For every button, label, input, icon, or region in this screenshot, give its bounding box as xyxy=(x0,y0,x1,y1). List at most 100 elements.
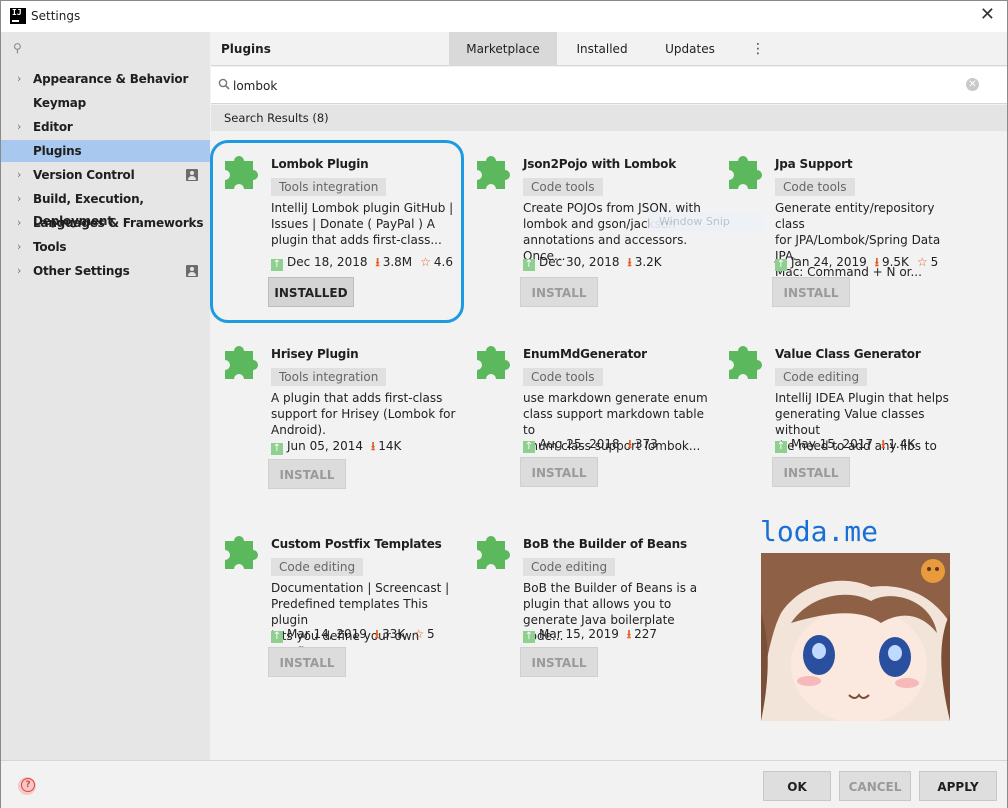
plugin-date: Aug 25, 2018 xyxy=(539,437,620,451)
tab-marketplace[interactable]: Marketplace xyxy=(449,32,557,66)
plugin-meta: ↑ Aug 25, 2018 ⭳ 373 xyxy=(523,436,658,453)
sidebar-item-other-settings[interactable]: › Other Settings xyxy=(1,260,210,282)
updated-arrow-icon: ↑ xyxy=(523,631,535,643)
plugin-card[interactable]: Value Class Generator Code editing Intel… xyxy=(725,341,965,521)
plugin-date: Mar 15, 2019 xyxy=(539,627,619,641)
install-button[interactable]: INSTALL xyxy=(772,457,850,487)
chevron-right-icon[interactable]: › xyxy=(17,212,21,234)
plugin-date: Dec 30, 2018 xyxy=(539,255,620,269)
plugin-name[interactable]: EnumMdGenerator xyxy=(523,347,647,361)
cancel-button[interactable]: CANCEL xyxy=(839,771,911,801)
plugin-date: Dec 18, 2018 xyxy=(287,255,368,269)
plugin-meta: ↑ Mar 14, 2019 ⭳ 33K ☆ 5 xyxy=(271,626,435,643)
download-icon: ⭳ xyxy=(371,439,376,453)
plugin-category-tag: Code tools xyxy=(523,368,603,386)
download-icon: ⭳ xyxy=(881,437,886,451)
plugin-name[interactable]: Lombok Plugin xyxy=(271,157,369,171)
updated-arrow-icon: ↑ xyxy=(271,443,283,455)
plugin-puzzle-icon xyxy=(477,155,510,189)
chevron-right-icon[interactable]: › xyxy=(17,68,21,90)
more-options-icon[interactable]: ⋮ xyxy=(751,32,765,66)
search-results-header: Search Results (8) xyxy=(211,105,1007,131)
updated-arrow-icon: ↑ xyxy=(523,441,535,453)
sidebar-item-label: Keymap xyxy=(33,96,87,110)
search-results-count: Search Results (8) xyxy=(224,111,329,125)
plugin-puzzle-icon xyxy=(477,535,510,569)
plugin-card[interactable]: Jpa Support Code tools Generate entity/r… xyxy=(725,151,965,331)
chevron-right-icon[interactable]: › xyxy=(17,164,21,186)
ok-button[interactable]: OK xyxy=(763,771,831,801)
updated-arrow-icon: ↑ xyxy=(775,259,787,271)
plugin-category-tag: Code editing xyxy=(523,558,616,576)
plugin-card[interactable]: Json2Pojo with Lombok Code tools Create … xyxy=(473,151,713,331)
plugin-category-tag: Code tools xyxy=(775,178,855,196)
plugin-downloads: 14K xyxy=(378,439,402,453)
updated-arrow-icon: ↑ xyxy=(523,259,535,271)
window-snip-overlay: Window Snip xyxy=(649,212,765,232)
plugin-card[interactable]: Lombok Plugin Tools integration IntelliJ… xyxy=(221,151,461,331)
chevron-right-icon[interactable]: › xyxy=(17,188,21,210)
settings-sidebar: ⚲ › Appearance & Behavior Keymap › Edito… xyxy=(1,32,210,760)
sidebar-item-appearance-behavior[interactable]: › Appearance & Behavior xyxy=(1,68,210,90)
plugin-date: May 15, 2017 xyxy=(791,437,874,451)
sidebar-item-label: Version Control xyxy=(33,168,135,182)
plugin-category-tag: Tools integration xyxy=(271,178,387,196)
chevron-right-icon[interactable]: › xyxy=(17,236,21,258)
install-button[interactable]: INSTALL xyxy=(268,459,346,489)
download-icon: ⭳ xyxy=(627,437,632,451)
plugin-downloads: 33K xyxy=(382,627,406,641)
install-button[interactable]: INSTALL xyxy=(520,277,598,307)
updated-arrow-icon: ↑ xyxy=(271,631,283,643)
plugin-name[interactable]: Custom Postfix Templates xyxy=(271,537,442,551)
star-icon: ☆ xyxy=(420,255,431,269)
close-icon[interactable]: ✕ xyxy=(980,4,995,25)
plugin-meta: ↑ May 15, 2017 ⭳ 1.4K xyxy=(775,436,916,453)
sidebar-item-build-execution-deployment[interactable]: › Build, Execution, Deployment xyxy=(1,188,210,228)
plugin-search-bar[interactable]: lombok ✕ xyxy=(211,67,1007,104)
plugin-puzzle-icon xyxy=(477,345,510,379)
plugin-name[interactable]: BoB the Builder of Beans xyxy=(523,537,687,551)
plugin-downloads: 1.4K xyxy=(888,437,916,451)
plugin-name[interactable]: Hrisey Plugin xyxy=(271,347,359,361)
tab-installed[interactable]: Installed xyxy=(557,32,647,66)
sidebar-search-icon[interactable]: ⚲ xyxy=(13,41,22,55)
sidebar-item-languages-frameworks[interactable]: › Languages & Frameworks xyxy=(1,212,210,234)
plugin-card[interactable]: BoB the Builder of Beans Code editing Bo… xyxy=(473,531,713,711)
download-icon: ⭳ xyxy=(374,627,380,641)
plugin-name[interactable]: Json2Pojo with Lombok xyxy=(523,157,676,171)
plugin-card[interactable]: EnumMdGenerator Code tools use markdown … xyxy=(473,341,713,521)
apply-button[interactable]: APPLY xyxy=(919,771,997,801)
sidebar-item-version-control[interactable]: › Version Control xyxy=(1,164,210,186)
search-input[interactable]: lombok xyxy=(233,79,277,93)
plugin-puzzle-icon xyxy=(225,345,258,379)
plugin-name[interactable]: Jpa Support xyxy=(775,157,853,171)
plugin-description: IntelliJ Lombok plugin GitHub | Issues |… xyxy=(271,201,454,247)
clear-search-icon[interactable]: ✕ xyxy=(966,78,979,91)
search-icon xyxy=(218,78,230,93)
plugin-name[interactable]: Value Class Generator xyxy=(775,347,921,361)
installed-button[interactable]: INSTALLED xyxy=(268,277,354,307)
plugin-card[interactable]: Custom Postfix Templates Code editing Do… xyxy=(221,531,461,711)
sidebar-item-editor[interactable]: › Editor xyxy=(1,116,210,138)
plugin-rating: 4.6 xyxy=(433,255,453,269)
sidebar-item-keymap[interactable]: Keymap xyxy=(1,92,210,114)
chevron-right-icon[interactable]: › xyxy=(17,260,21,282)
help-icon[interactable] xyxy=(18,777,36,795)
plugin-category-tag: Code editing xyxy=(271,558,364,576)
install-button[interactable]: INSTALL xyxy=(520,647,598,677)
sidebar-item-plugins[interactable]: Plugins xyxy=(1,140,210,162)
plugin-date: Jun 05, 2014 xyxy=(287,439,364,453)
install-button[interactable]: INSTALL xyxy=(268,647,346,677)
plugin-meta: ↑ Jan 24, 2019 ⭳ 9.5K ☆ 5 xyxy=(775,254,938,271)
watermark-text: loda.me xyxy=(760,515,879,548)
tab-updates[interactable]: Updates xyxy=(647,32,733,66)
sidebar-item-tools[interactable]: › Tools xyxy=(1,236,210,258)
download-icon: ⭳ xyxy=(626,627,632,641)
chevron-right-icon[interactable]: › xyxy=(17,116,21,138)
install-button[interactable]: INSTALL xyxy=(772,277,850,307)
plugin-puzzle-icon xyxy=(225,535,258,569)
plugin-downloads: 3.2K xyxy=(634,255,662,269)
install-button[interactable]: INSTALL xyxy=(520,457,598,487)
plugin-meta: ↑ Dec 30, 2018 ⭳ 3.2K xyxy=(523,254,662,271)
plugin-card[interactable]: Hrisey Plugin Tools integration A plugin… xyxy=(221,341,461,521)
